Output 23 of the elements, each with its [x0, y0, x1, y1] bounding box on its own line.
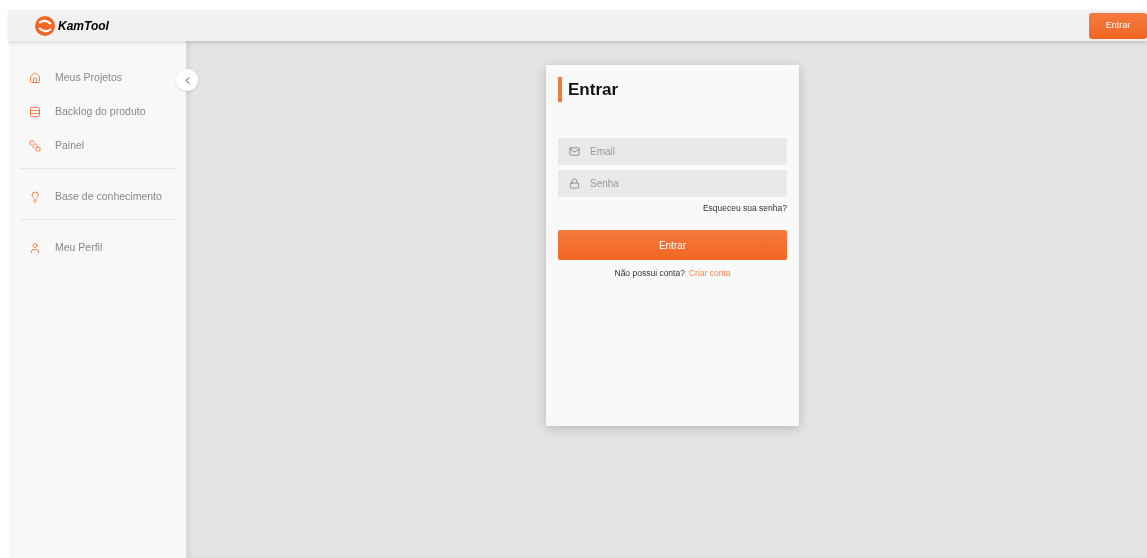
email-field[interactable]: Email: [558, 137, 787, 165]
forgot-password-link[interactable]: Esqueceu sua senha?: [702, 201, 787, 215]
home-icon: [29, 72, 41, 84]
signup-link[interactable]: Criar conta: [688, 267, 731, 280]
logo-text: KamTool: [58, 17, 109, 35]
user-icon: [29, 242, 41, 254]
lightbulb-icon: [29, 191, 41, 203]
password-field[interactable]: Senha: [558, 169, 787, 197]
title-accent-bar: [558, 77, 562, 103]
mail-icon: [569, 145, 580, 157]
card-title: Entrar: [568, 79, 619, 101]
sidebar-item[interactable]: Painel: [20, 134, 175, 158]
sidebar-item[interactable]: Base de conhecimento: [20, 185, 175, 209]
submit-button[interactable]: Entrar: [558, 230, 787, 261]
sidebar-item[interactable]: Meu Perfil: [20, 236, 175, 260]
sidebar-item[interactable]: Backlog do produto: [20, 100, 175, 124]
logo-icon: [34, 14, 56, 37]
sidebar-item[interactable]: Meus Projetos: [20, 66, 175, 90]
list-icon: [29, 106, 41, 118]
lock-icon: [569, 177, 580, 189]
signup-prompt: Não possui conta?: [614, 267, 685, 280]
collapse-button[interactable]: [176, 69, 198, 91]
login-button[interactable]: Entrar: [1089, 12, 1147, 39]
